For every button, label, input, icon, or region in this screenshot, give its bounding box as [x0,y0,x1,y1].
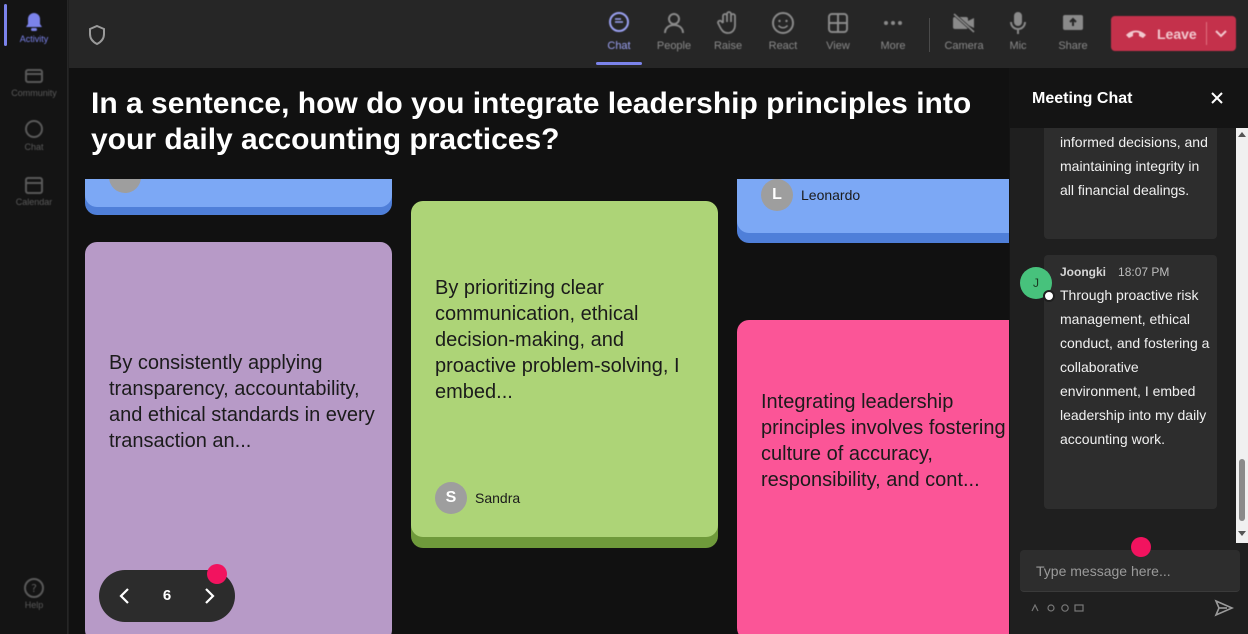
message-input-box [1020,550,1240,592]
rail-item-activity[interactable]: Activity [0,12,68,60]
next-page-button[interactable] [199,586,219,606]
scroll-up-arrow-icon[interactable] [1238,132,1246,137]
leave-button[interactable]: Leave [1111,16,1236,51]
people-button[interactable]: People [647,10,701,60]
page-number: 6 [162,587,172,604]
people-button-label: People [656,40,692,52]
community-icon [23,66,45,86]
question-title: In a sentence, how do you integrate lead… [91,87,972,156]
card-text: Integrating leadership principles involv… [761,391,1009,491]
scrollbar-thumb[interactable] [1239,459,1245,521]
grid-view-icon [825,10,851,36]
meeting-toolbar: Chat People Raise React View More Camera… [69,0,1248,68]
raise-hand-button-label: Raise [713,40,743,52]
gif-icon[interactable] [1074,604,1084,612]
rail-label: Calendar [15,197,53,207]
notification-dot [1131,537,1151,557]
send-icon[interactable] [1214,598,1234,618]
svg-text:?: ? [31,582,37,595]
help-icon: ? [23,578,45,598]
card-author: S Sandra [435,482,520,514]
chat-message: informed decisions, and maintaining inte… [1044,128,1217,239]
chevron-right-icon [205,588,215,604]
close-icon[interactable] [1209,90,1225,106]
phone-hangup-icon [1126,30,1146,38]
presence-status-icon [1043,290,1055,302]
message-meta: Joongki 18:07 PM [1060,265,1169,279]
chat-icon [23,120,45,140]
more-button[interactable]: More [866,10,920,60]
share-button[interactable]: Share [1046,10,1100,60]
author-name: Leonardo [801,187,861,203]
toolbar-divider [929,18,930,52]
leave-button-label: Leave [1157,25,1197,42]
meeting-chat-panel: Meeting Chat informed decisions, and mai… [1009,68,1248,634]
share-screen-icon [1060,10,1086,36]
message-text: Through proactive risk management, ethic… [1060,287,1210,447]
chat-button-label: Chat [607,40,631,52]
rail-label: Chat [24,142,44,152]
response-card-pink[interactable]: Integrating leadership principles involv… [737,320,1009,634]
response-card-blue-top-left[interactable] [85,179,392,215]
card-text: By prioritizing clear communication, eth… [435,277,680,403]
hand-icon [715,10,741,36]
camera-button[interactable]: Camera [937,10,991,60]
camera-off-icon [951,10,977,36]
prev-page-button[interactable] [115,586,135,606]
message-time: 18:07 PM [1118,265,1170,279]
board-stage: In a sentence, how do you integrate lead… [69,68,1009,634]
chat-title: Meeting Chat [1032,90,1133,107]
people-icon [661,10,687,36]
chat-message: Joongki 18:07 PM Through proactive risk m… [1044,255,1217,509]
chat-button[interactable]: Chat [592,10,646,60]
avatar: L [761,179,793,211]
attach-icon[interactable] [1046,604,1056,612]
emoji-icon[interactable] [1060,604,1070,612]
calendar-icon [23,175,45,195]
sender-name: Joongki [1060,265,1107,279]
mic-button[interactable]: Mic [991,10,1045,60]
rail-label: Activity [19,34,49,44]
rail-label: Help [24,600,44,610]
smiley-icon [770,10,796,36]
raise-hand-button[interactable]: Raise [701,10,755,60]
react-button-label: React [768,40,798,52]
chevron-down-icon[interactable] [1213,25,1229,41]
scroll-down-arrow-icon[interactable] [1238,531,1246,536]
chat-header: Meeting Chat [1010,68,1248,128]
avatar: S [435,482,467,514]
response-card-blue-top-right[interactable]: L Leonardo [737,179,1009,243]
bell-icon [23,12,45,32]
chat-messages: informed decisions, and maintaining inte… [1010,128,1236,543]
chevron-left-icon [119,588,129,604]
chat-bubble-icon [606,10,632,36]
view-button[interactable]: View [811,10,865,60]
card-author: L Leonardo [761,179,860,211]
camera-button-label: Camera [944,40,984,52]
author-name: Sandra [475,490,521,506]
more-dots-icon [880,10,906,36]
rail-item-chat[interactable]: Chat [0,120,68,168]
share-button-label: Share [1058,40,1088,52]
rail-item-community[interactable]: Community [0,66,68,114]
more-button-label: More [880,40,906,52]
format-icon[interactable] [1031,604,1041,612]
response-card-green[interactable]: By prioritizing clear communication, eth… [411,201,718,548]
app-rail: Activity Community Chat Calendar ? Help [0,0,68,634]
react-button[interactable]: React [756,10,810,60]
active-tab-underline [596,62,642,65]
leave-divider [1206,22,1207,45]
shield-icon [87,24,107,46]
message-text: informed decisions, and maintaining inte… [1060,134,1208,198]
microphone-icon [1005,10,1031,36]
mic-button-label: Mic [1009,40,1027,52]
notification-dot [207,564,227,584]
message-input[interactable] [1020,550,1240,592]
rail-item-calendar[interactable]: Calendar [0,175,68,223]
rail-label: Community [11,88,57,98]
view-button-label: View [826,40,850,52]
card-text: By consistently applying transparency, a… [109,352,375,452]
rail-item-help[interactable]: ? Help [0,578,68,626]
